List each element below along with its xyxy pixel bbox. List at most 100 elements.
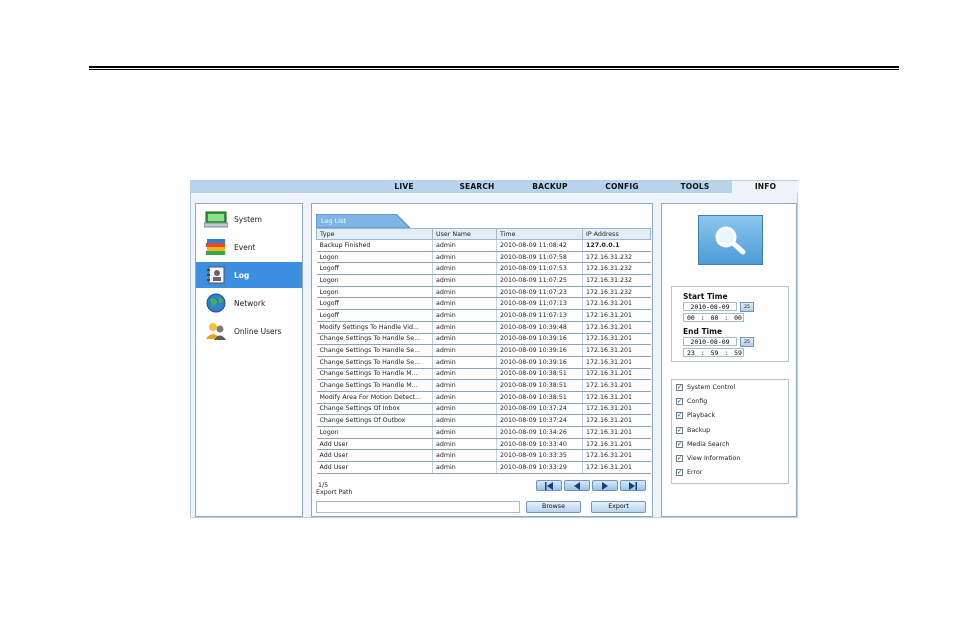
table-row[interactable]: Logon admin 2010-08-09 10:34:26 172.16.31.2… — [316, 426, 651, 439]
cell-user-name: admin — [432, 321, 497, 334]
end-time-field[interactable]: 23 : 59 : 59 — [683, 348, 744, 357]
cell-time: 2010-08-09 10:37:24 — [496, 414, 583, 427]
checkbox-media-search[interactable]: ✓ Media Search — [676, 439, 730, 449]
cell-time: 2010-08-09 10:39:16 — [496, 356, 583, 369]
column-header-ip-address[interactable]: IP Address — [582, 228, 651, 240]
start-time-field[interactable]: 00 : 00 : 00 — [683, 313, 744, 322]
tab-log-list[interactable]: Log List — [316, 214, 410, 228]
cell-time: 2010-08-09 10:38:51 — [496, 379, 583, 392]
cell-user-name: admin — [432, 449, 497, 463]
table-row[interactable]: Logon admin 2010-08-09 11:07:25 172.16.31.2… — [316, 274, 651, 287]
sidebar-item-system[interactable]: System — [196, 206, 302, 232]
last-page-button[interactable] — [620, 480, 646, 491]
end-date-field[interactable]: 2010-08-09 — [683, 337, 737, 346]
first-page-button[interactable] — [536, 480, 562, 491]
check-icon: ✓ — [676, 383, 683, 391]
cell-type: Change Settings Of Inbox — [316, 403, 433, 416]
checkbox-error[interactable]: ✓ Error — [676, 467, 702, 477]
sidebar-item-log[interactable]: Log — [196, 262, 302, 288]
cell-ip-address: 172.16.31.201 — [582, 368, 651, 381]
main-nav-bar: LIVE SEARCH BACKUP CONFIG TOOLS INFO — [191, 181, 799, 193]
check-icon: ✓ — [676, 468, 683, 476]
cell-type: Logon — [316, 274, 433, 287]
end-time-label: End Time — [683, 327, 723, 336]
table-row[interactable]: Add User admin 2010-08-09 10:33:35 172.16.3… — [316, 449, 651, 463]
cell-time: 2010-08-09 10:34:26 — [496, 426, 583, 439]
end-calendar-button[interactable]: 25 — [740, 337, 754, 347]
sidebar-item-network[interactable]: Network — [196, 290, 302, 316]
tab-config[interactable]: CONFIG — [598, 181, 646, 193]
table-row[interactable]: Logoff admin 2010-08-09 11:07:13 172.16.31.… — [316, 297, 651, 311]
check-icon: ✓ — [676, 411, 683, 419]
column-header-time[interactable]: Time — [496, 228, 583, 240]
table-row[interactable]: Change Settings To Handle Se... admin 2010… — [316, 344, 651, 357]
cell-time: 2010-08-09 10:39:16 — [496, 344, 583, 357]
export-path-input[interactable] — [316, 501, 520, 513]
sidebar-item-online-users[interactable]: Online Users — [196, 318, 302, 344]
checkbox-view-information[interactable]: ✓ View Information — [676, 453, 740, 463]
tab-info[interactable]: INFO — [732, 181, 799, 193]
table-row[interactable]: Backup Finished admin 2010-08-09 11:08:42 1… — [316, 239, 651, 252]
previous-page-icon — [574, 481, 580, 490]
table-row[interactable]: Logoff admin 2010-08-09 11:07:53 172.16.31.… — [316, 262, 651, 276]
checkbox-config[interactable]: ✓ Config — [676, 396, 707, 406]
cell-type: Change Settings To Handle Se... — [316, 356, 433, 369]
table-row[interactable]: Change Settings To Handle Se... admin 2010… — [316, 333, 651, 346]
cell-type: Logoff — [316, 262, 433, 276]
cell-time: 2010-08-09 11:07:23 — [496, 286, 583, 299]
checkbox-system-control[interactable]: ✓ System Control — [676, 382, 735, 392]
log-search-button[interactable] — [698, 215, 763, 265]
table-row[interactable]: Add User admin 2010-08-09 10:33:40 172.16.3… — [316, 438, 651, 451]
cell-type: Add User — [316, 438, 433, 451]
column-header-user-name[interactable]: User Name — [432, 228, 497, 240]
log-type-filter-box: ✓ System Control ✓ Config ✓ Playback ✓ Backu… — [671, 379, 789, 484]
checkbox-playback[interactable]: ✓ Playback — [676, 410, 715, 420]
table-row[interactable]: Change Settings To Handle Se... admin 2010… — [316, 356, 651, 369]
sidebar-item-label: System — [234, 214, 262, 224]
table-row[interactable]: Logon admin 2010-08-09 11:07:23 172.16.31.2… — [316, 286, 651, 299]
cell-ip-address: 172.16.31.232 — [582, 286, 651, 299]
table-row[interactable]: Change Settings Of Inbox admin 2010-08-09 … — [316, 403, 651, 416]
sidebar-item-label: Online Users — [234, 326, 282, 336]
table-row[interactable]: Modify Area For Motion Detect... admin 201… — [316, 391, 651, 404]
previous-page-button[interactable] — [564, 480, 590, 491]
tab-tools[interactable]: TOOLS — [673, 181, 717, 193]
table-row[interactable]: Logon admin 2010-08-09 11:07:58 172.16.31.2… — [316, 251, 651, 264]
cell-user-name: admin — [432, 368, 497, 381]
browse-button[interactable]: Browse — [526, 501, 581, 513]
cell-ip-address: 172.16.31.232 — [582, 262, 651, 276]
time-range-box: Start Time 2010-08-09 25 00 : 00 : 00 En… — [671, 286, 789, 362]
checkbox-backup[interactable]: ✓ Backup — [676, 425, 710, 435]
table-row[interactable]: Change Settings To Handle M... admin 2010-… — [316, 379, 651, 392]
cell-type: Backup Finished — [316, 239, 433, 252]
tab-backup[interactable]: BACKUP — [526, 181, 574, 193]
cell-ip-address: 172.16.31.201 — [582, 403, 651, 416]
cell-time: 2010-08-09 11:07:13 — [496, 309, 583, 322]
column-header-type[interactable]: Type — [316, 228, 433, 240]
cell-type: Logoff — [316, 297, 433, 311]
cell-user-name: admin — [432, 239, 497, 252]
table-row[interactable]: Logoff admin 2010-08-09 11:07:13 172.16.31.… — [316, 309, 651, 322]
cell-user-name: admin — [432, 414, 497, 427]
cell-time: 2010-08-09 10:33:35 — [496, 449, 583, 463]
cell-ip-address: 172.16.31.201 — [582, 344, 651, 357]
cell-type: Change Settings To Handle M... — [316, 368, 433, 381]
cell-ip-address: 172.16.31.201 — [582, 438, 651, 451]
table-row[interactable]: Change Settings Of Outbox admin 2010-08-09… — [316, 414, 651, 427]
export-button[interactable]: Export — [591, 501, 646, 513]
cell-user-name: admin — [432, 297, 497, 311]
table-row[interactable]: Modify Settings To Handle Vid... admin 201… — [316, 321, 651, 334]
table-row[interactable]: Change Settings To Handle M... admin 2010-… — [316, 368, 651, 381]
sidebar-item-label: Network — [234, 298, 266, 308]
tab-search[interactable]: SEARCH — [453, 181, 501, 193]
next-page-button[interactable] — [592, 480, 618, 491]
cell-ip-address: 172.16.31.201 — [582, 333, 651, 346]
sidebar-item-event[interactable]: Event — [196, 234, 302, 260]
cell-ip-address: 172.16.31.201 — [582, 309, 651, 322]
check-icon: ✓ — [676, 426, 683, 434]
cell-user-name: admin — [432, 461, 497, 474]
table-row[interactable]: Add User admin 2010-08-09 10:33:29 172.16.3… — [316, 461, 651, 474]
start-calendar-button[interactable]: 25 — [740, 302, 754, 312]
start-date-field[interactable]: 2010-08-09 — [683, 302, 737, 311]
tab-live[interactable]: LIVE — [384, 181, 424, 193]
